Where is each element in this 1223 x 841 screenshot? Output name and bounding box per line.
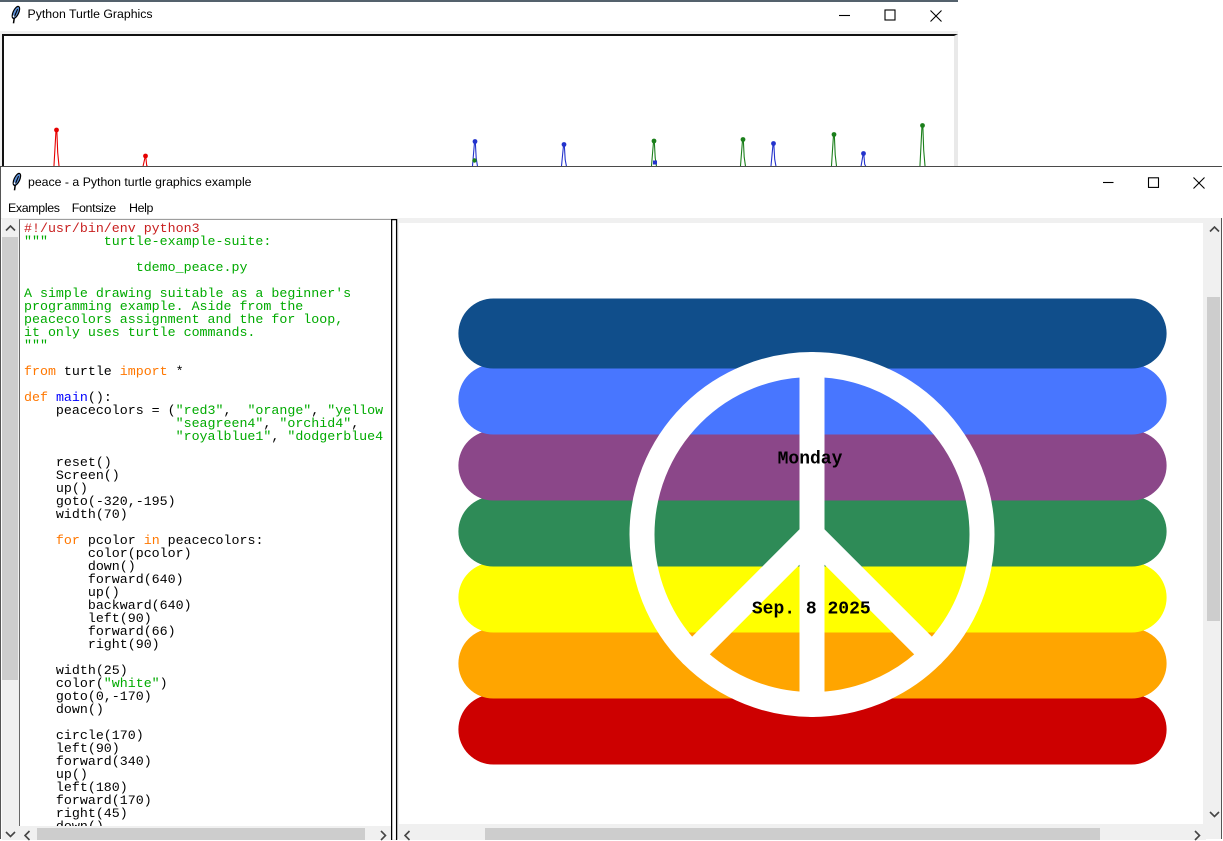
svg-text:Sep. 8 2025: Sep. 8 2025 [752, 600, 871, 620]
svg-text:Monday: Monday [778, 450, 843, 470]
